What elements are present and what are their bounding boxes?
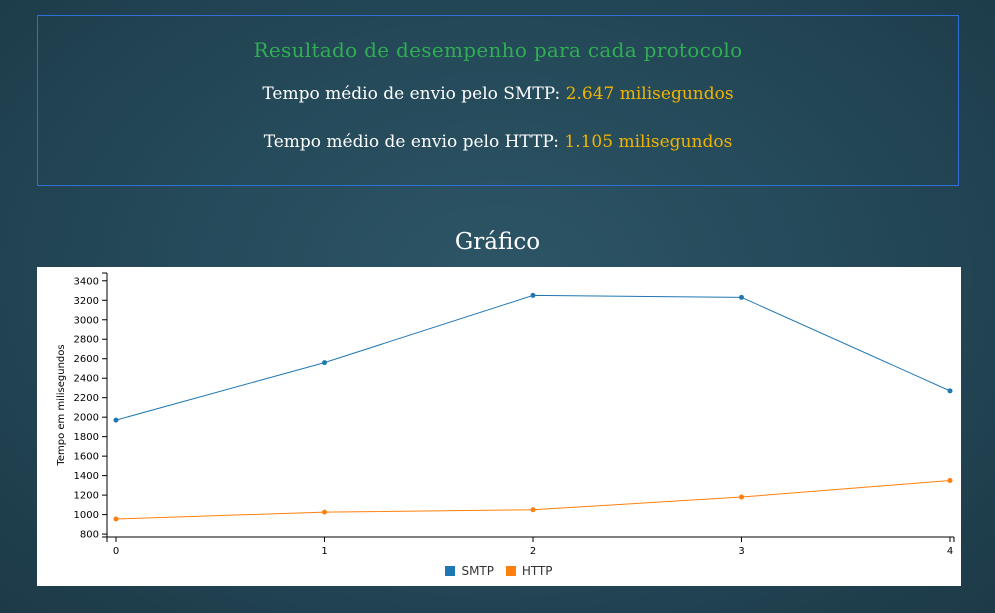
data-point-smtp: [739, 294, 744, 300]
y-tick-label: 3200: [74, 296, 99, 307]
data-point-smtp: [113, 417, 119, 423]
http-result-line: Tempo médio de envio pelo HTTP: 1.105 mi…: [38, 132, 958, 152]
results-title: Resultado de desempenho para cada protoc…: [253, 38, 743, 62]
data-point-smtp: [530, 292, 536, 298]
legend-label-smtp: SMTP: [461, 564, 494, 578]
data-point-http: [739, 494, 744, 500]
legend-swatch-http: [505, 566, 516, 576]
legend-label-http: HTTP: [521, 564, 553, 578]
data-point-http: [322, 509, 327, 515]
data-point-smtp: [947, 388, 953, 394]
chart-heading: Gráfico: [454, 229, 541, 255]
chart-legend: SMTP HTTP: [37, 564, 961, 578]
x-tick-label: 0: [113, 546, 119, 557]
series-line-http: [115, 479, 951, 520]
y-tick-label: 2400: [74, 374, 99, 385]
y-tick-label: 1200: [74, 491, 99, 502]
y-tick-label: 1400: [74, 471, 99, 482]
results-box: Resultado de desempenho para cada protoc…: [37, 15, 959, 186]
y-tick-label: 2000: [74, 413, 99, 424]
y-tick-label: 2200: [74, 393, 99, 404]
data-point-http: [113, 516, 119, 522]
line-chart: 800 1000 1200 1400 1600 1800 2000 2200 2400 2600 2…: [56, 272, 955, 557]
y-tick-label: 2800: [74, 335, 99, 346]
x-tick-label: 3: [738, 546, 744, 557]
series-line-smtp: [115, 294, 951, 421]
legend-item-http[interactable]: HTTP: [505, 564, 553, 578]
data-point-http: [530, 507, 536, 513]
smtp-value: 2.647 milisegundos: [565, 84, 734, 104]
y-tick-label: 1000: [74, 510, 99, 521]
x-tick-label: 4: [947, 546, 953, 557]
http-value: 1.105 milisegundos: [564, 132, 733, 152]
x-tick-label: 2: [530, 546, 536, 557]
x-tick-label: 1: [321, 546, 327, 557]
legend-swatch-smtp: [445, 566, 456, 576]
data-point-smtp: [322, 360, 327, 366]
chart-panel: 800 1000 1200 1400 1600 1800 2000 2200 2400 2600 2…: [37, 267, 961, 586]
smtp-label: Tempo médio de envio pelo SMTP:: [262, 84, 561, 104]
y-axis-title: Tempo em milisegundos: [56, 344, 67, 466]
y-tick-label: 3000: [74, 315, 99, 326]
y-tick-label: 2600: [74, 354, 99, 365]
y-tick-label: 3400: [74, 276, 99, 287]
y-tick-label: 800: [80, 530, 99, 541]
smtp-result-line: Tempo médio de envio pelo SMTP: 2.647 mi…: [38, 84, 958, 104]
y-tick-label: 1800: [74, 432, 99, 443]
y-tick-label: 1600: [74, 452, 99, 463]
data-point-http: [947, 477, 953, 483]
http-label: Tempo médio de envio pelo HTTP:: [263, 132, 559, 152]
legend-item-smtp[interactable]: SMTP: [445, 564, 494, 578]
